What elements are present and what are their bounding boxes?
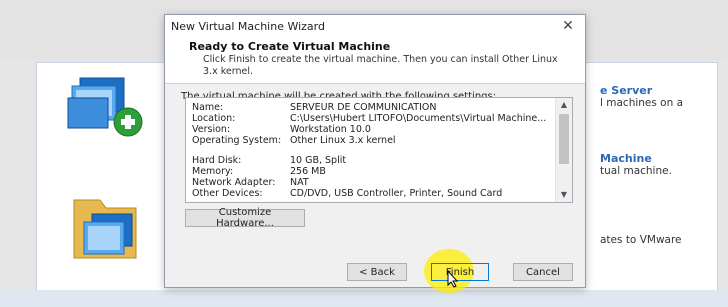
updates-text[interactable]: ates to VMware <box>600 234 682 246</box>
dialog-title: New Virtual Machine Wizard <box>171 19 325 33</box>
customize-hardware-button[interactable]: Customize Hardware... <box>185 207 305 229</box>
open-machine-text[interactable]: Machine tual machine. <box>600 152 672 177</box>
background-bottom <box>0 290 728 307</box>
setting-row: Other Devices: CD/DVD, USB Controller, Pr… <box>192 188 554 199</box>
scroll-down-icon[interactable]: ▼ <box>556 188 572 202</box>
dialog-titlebar[interactable]: New Virtual Machine Wizard ✕ <box>165 15 585 37</box>
setting-value: 10 GB, Split <box>290 155 347 166</box>
scroll-thumb[interactable] <box>559 114 569 164</box>
setting-row: Operating System: Other Linux 3.x kernel <box>192 135 554 146</box>
setting-key: Hard Disk: <box>192 155 242 166</box>
setting-key: Other Devices: <box>192 188 263 199</box>
scroll-up-icon[interactable]: ▲ <box>556 98 572 112</box>
dialog-header: Ready to Create Virtual Machine Click Fi… <box>165 37 585 84</box>
setting-row: Location: C:\Users\Hubert LITOFO\Document… <box>192 113 554 124</box>
create-server-heading: e Server <box>600 84 653 97</box>
create-server-text[interactable]: e Server l machines on a <box>600 84 683 109</box>
setting-value: CD/DVD, USB Controller, Printer, Sound C… <box>290 188 503 199</box>
setting-key: Operating System: <box>192 135 282 146</box>
open-machine-sub: tual machine. <box>600 165 672 177</box>
setting-value: SERVEUR DE COMMUNICATION <box>290 102 437 113</box>
open-vm-folder-icon[interactable] <box>70 192 150 264</box>
header-subtitle-line2: 3.x kernel. <box>203 66 253 77</box>
setting-value: Workstation 10.0 <box>290 124 371 135</box>
back-button[interactable]: < Back <box>347 263 407 281</box>
setting-key: Version: <box>192 124 231 135</box>
open-machine-heading: Machine <box>600 152 652 165</box>
close-icon[interactable]: ✕ <box>559 18 577 34</box>
setting-row: Hard Disk: 10 GB, Split <box>192 155 554 166</box>
settings-rows: Name: SERVEUR DE COMMUNICATION Location: C… <box>192 102 554 199</box>
header-title: Ready to Create Virtual Machine <box>189 40 391 53</box>
finish-button[interactable]: Finish <box>431 263 489 281</box>
setting-key: Location: <box>192 113 236 124</box>
settings-summary-box[interactable]: Name: SERVEUR DE COMMUNICATION Location: C… <box>185 97 573 203</box>
setting-row: Version: Workstation 10.0 <box>192 124 554 135</box>
setting-value: NAT <box>290 177 309 188</box>
new-vm-icon[interactable] <box>66 72 146 140</box>
row-gap <box>192 146 554 155</box>
setting-value: 256 MB <box>290 166 326 177</box>
setting-value: Other Linux 3.x kernel <box>290 135 396 146</box>
settings-scrollbar[interactable]: ▲ ▼ <box>555 98 572 202</box>
setting-key: Memory: <box>192 166 234 177</box>
new-vm-wizard-dialog: New Virtual Machine Wizard ✕ Ready to Cr… <box>164 14 586 293</box>
cancel-button[interactable]: Cancel <box>513 263 573 281</box>
setting-row: Memory: 256 MB <box>192 166 554 177</box>
create-server-sub: l machines on a <box>600 97 684 109</box>
setting-value: C:\Users\Hubert LITOFO\Documents\Virtual… <box>290 113 547 124</box>
mouse-cursor-icon <box>447 270 459 288</box>
header-subtitle-line1: Click Finish to create the virtual machi… <box>203 54 558 65</box>
setting-row: Name: SERVEUR DE COMMUNICATION <box>192 102 554 113</box>
updates-sub: ates to VMware <box>600 234 682 246</box>
setting-row: Network Adapter: NAT <box>192 177 554 188</box>
setting-key: Network Adapter: <box>192 177 276 188</box>
setting-key: Name: <box>192 102 224 113</box>
